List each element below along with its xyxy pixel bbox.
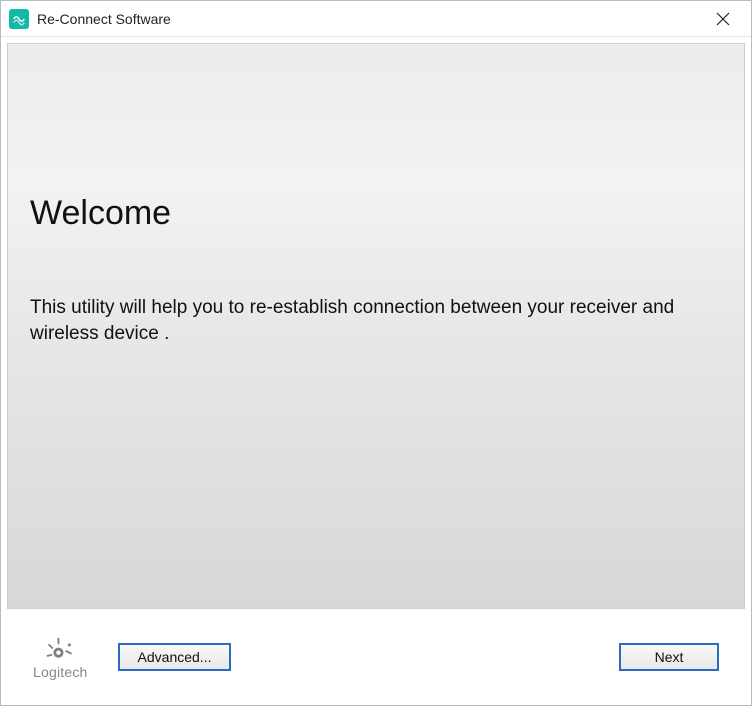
app-window: Re-Connect Software Welcome This utility… xyxy=(0,0,752,706)
brand-name: Logitech xyxy=(33,664,88,680)
content-wrap: Welcome This utility will help you to re… xyxy=(1,37,751,705)
app-icon xyxy=(9,9,29,29)
advanced-button[interactable]: Advanced... xyxy=(118,643,232,671)
brand-logo: Logitech xyxy=(33,634,88,680)
titlebar: Re-Connect Software xyxy=(1,1,751,37)
close-button[interactable] xyxy=(703,3,743,35)
page-heading: Welcome xyxy=(30,194,744,233)
footer: Logitech Advanced... Next xyxy=(7,609,745,705)
window-title: Re-Connect Software xyxy=(37,11,703,27)
close-icon xyxy=(716,12,730,26)
logitech-icon xyxy=(41,634,79,662)
next-button[interactable]: Next xyxy=(619,643,719,671)
page-body-text: This utility will help you to re-establi… xyxy=(30,295,722,346)
main-panel: Welcome This utility will help you to re… xyxy=(7,43,745,609)
connect-icon xyxy=(12,12,26,26)
